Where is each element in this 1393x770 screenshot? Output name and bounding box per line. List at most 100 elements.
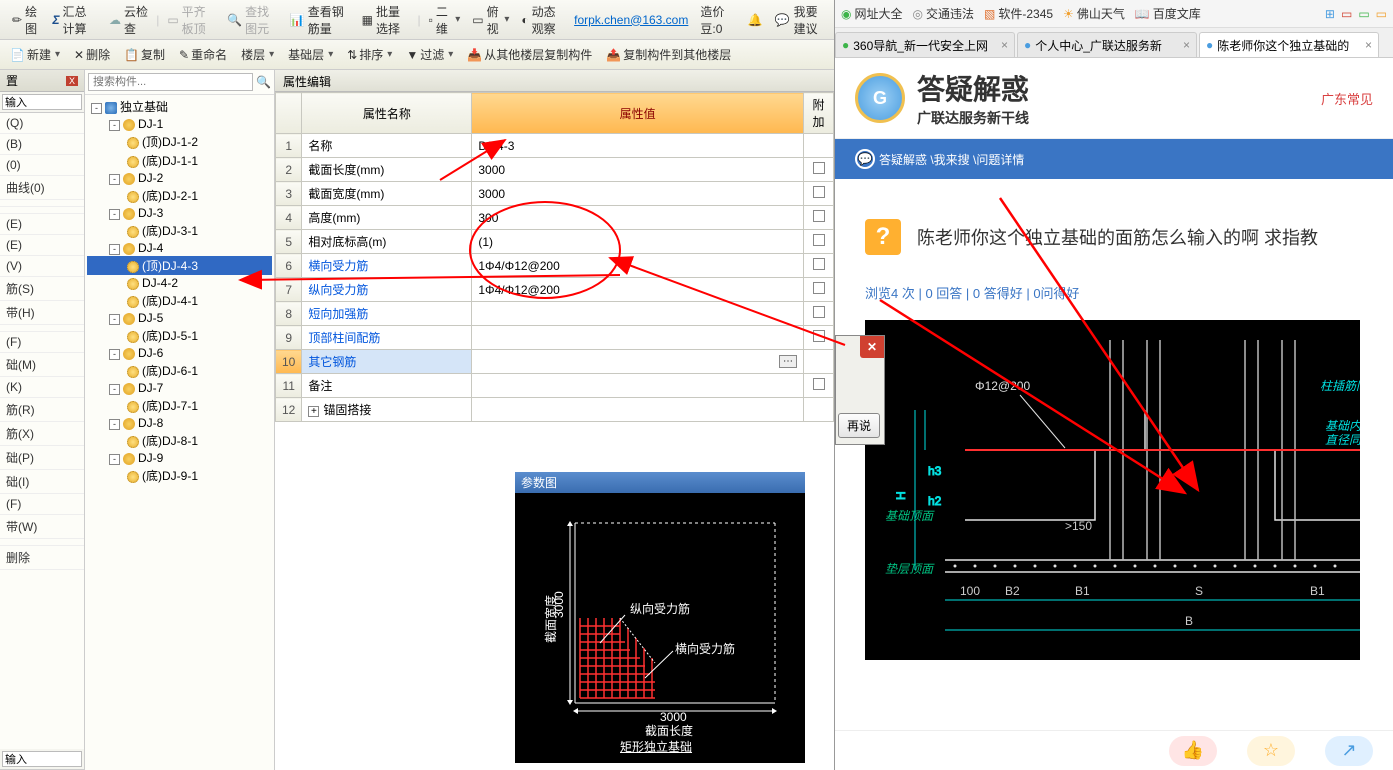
property-row[interactable]: 7纵向受力筋1Φ4/Φ12@200 [276, 278, 834, 302]
site-region[interactable]: 广东常见 [1321, 89, 1373, 108]
ext-icon-3[interactable]: ▭ [1358, 7, 1369, 21]
tab-close-icon[interactable]: × [1001, 38, 1008, 52]
sort-button[interactable]: ⇅排序 [343, 45, 396, 64]
browser-tab[interactable]: ●陈老师你这个独立基础的× [1199, 32, 1379, 57]
property-row[interactable]: 3截面宽度(mm)3000 [276, 182, 834, 206]
category-item[interactable]: (E) [0, 235, 84, 256]
property-row[interactable]: 5相对底标高(m)(1) [276, 230, 834, 254]
filter-button[interactable]: ▼过滤 [402, 45, 457, 64]
category-input-1[interactable] [2, 94, 82, 110]
ellipsis-button[interactable]: ⋯ [779, 355, 797, 368]
category-item[interactable]: (E) [0, 214, 84, 235]
browser-tab[interactable]: ●360导航_新一代安全上网× [835, 32, 1015, 57]
tree-group[interactable]: -DJ-9 [87, 450, 272, 466]
copy-button[interactable]: 📋复制 [120, 45, 169, 64]
flat-top-button[interactable]: ▭平齐板顶 [163, 1, 219, 39]
category-item[interactable] [0, 200, 84, 207]
tree-item[interactable]: (底)DJ-8-1 [87, 431, 272, 450]
checkbox[interactable] [813, 306, 825, 318]
category-item[interactable]: (B) [0, 134, 84, 155]
category-item[interactable]: (F) [0, 494, 84, 515]
tree-item[interactable]: (底)DJ-7-1 [87, 396, 272, 415]
property-row[interactable]: 8短向加强筋 [276, 302, 834, 326]
overlook-dropdown[interactable]: ▭俯视 [468, 1, 513, 39]
prop-value[interactable]: 3000 [472, 158, 804, 182]
sum-calc-button[interactable]: Σ汇总计算 [48, 1, 101, 39]
property-row[interactable]: 6横向受力筋1Φ4/Φ12@200 [276, 254, 834, 278]
checkbox[interactable] [813, 162, 825, 174]
tree-search-input[interactable] [88, 73, 253, 91]
prop-add[interactable] [804, 398, 834, 422]
prop-add[interactable] [804, 230, 834, 254]
prop-value[interactable]: 1Φ4/Φ12@200 [472, 254, 804, 278]
property-row[interactable]: 2截面长度(mm)3000 [276, 158, 834, 182]
checkbox[interactable] [813, 234, 825, 246]
category-item[interactable]: (Q) [0, 113, 84, 134]
cloud-check-button[interactable]: ☁云检查 [105, 1, 152, 39]
ext-icon-1[interactable]: ⊞ [1325, 7, 1335, 21]
category-item[interactable]: 础(P) [0, 446, 84, 470]
category-item[interactable]: 曲线(0) [0, 176, 84, 200]
prop-value[interactable] [472, 374, 804, 398]
copy-to-other-button[interactable]: 📤复制构件到其他楼层 [602, 45, 735, 64]
tree-item[interactable]: (底)DJ-2-1 [87, 186, 272, 205]
prop-value[interactable]: 3000 [472, 182, 804, 206]
checkbox[interactable] [813, 258, 825, 270]
category-input-2[interactable] [2, 751, 82, 767]
like-button[interactable]: 👍 [1169, 736, 1217, 766]
view-2d-dropdown[interactable]: ▫二维 [425, 1, 465, 39]
new-button[interactable]: 📄新建 [6, 45, 64, 64]
breadcrumb-text[interactable]: 答疑解惑 \我来搜 \问题详情 [879, 151, 1024, 168]
category-item[interactable] [0, 539, 84, 546]
prop-add[interactable] [804, 278, 834, 302]
find-element-button[interactable]: 🔍查找图元 [223, 1, 282, 39]
prop-add[interactable] [804, 158, 834, 182]
tree-item[interactable]: (底)DJ-1-1 [87, 151, 272, 170]
tree-group[interactable]: -DJ-7 [87, 380, 272, 396]
tree-item[interactable]: DJ-4-2 [87, 275, 272, 291]
category-item[interactable]: 删除 [0, 546, 84, 570]
prop-add[interactable] [804, 326, 834, 350]
delete-button[interactable]: ✕删除 [70, 45, 114, 64]
checkbox[interactable] [813, 186, 825, 198]
category-item[interactable]: (F) [0, 332, 84, 353]
tree-group[interactable]: -DJ-3 [87, 205, 272, 221]
category-item[interactable]: 筋(R) [0, 398, 84, 422]
tree-item[interactable]: (底)DJ-9-1 [87, 466, 272, 485]
category-item[interactable]: 础(M) [0, 353, 84, 377]
category-item[interactable]: (0) [0, 155, 84, 176]
draw-button[interactable]: ✏绘图 [8, 1, 44, 39]
category-item[interactable]: (K) [0, 377, 84, 398]
prop-value[interactable]: (1) [472, 230, 804, 254]
checkbox[interactable] [813, 378, 825, 390]
bell-icon[interactable]: 🔔 [748, 13, 763, 27]
tree-item[interactable]: (底)DJ-6-1 [87, 361, 272, 380]
tree-item[interactable]: (顶)DJ-4-3 [87, 256, 272, 275]
ext-icon-2[interactable]: ▭ [1341, 7, 1352, 21]
checkbox[interactable] [813, 282, 825, 294]
property-row[interactable]: 11备注 [276, 374, 834, 398]
dialog-later-button[interactable]: 再说 [838, 413, 880, 438]
category-item[interactable]: 带(W) [0, 515, 84, 539]
suggestion-link[interactable]: 💬我要建议 [775, 3, 826, 37]
batch-select-button[interactable]: ▦批量选择 [358, 1, 414, 39]
tree-item[interactable]: (底)DJ-5-1 [87, 326, 272, 345]
prop-add[interactable] [804, 134, 834, 158]
favorite-button[interactable]: ☆ [1247, 736, 1295, 766]
tree-item[interactable]: (顶)DJ-1-2 [87, 132, 272, 151]
property-row[interactable]: 4高度(mm)300 [276, 206, 834, 230]
close-icon[interactable]: X [66, 76, 78, 86]
prop-value[interactable]: DJ-4-3 [472, 134, 804, 158]
search-icon[interactable]: 🔍 [256, 75, 271, 89]
tab-close-icon[interactable]: × [1183, 38, 1190, 52]
tree-item[interactable]: (底)DJ-4-1 [87, 291, 272, 310]
tree-group[interactable]: -DJ-8 [87, 415, 272, 431]
bookmark-soft2345[interactable]: ▧软件-2345 [984, 5, 1053, 22]
checkbox[interactable] [813, 210, 825, 222]
floor-dropdown[interactable]: 楼层 [237, 45, 278, 64]
prop-add[interactable] [804, 302, 834, 326]
property-row[interactable]: 12+锚固搭接 [276, 398, 834, 422]
dynamic-view-button[interactable]: ◐动态观察 [517, 1, 570, 39]
bookmark-url-all[interactable]: ◉网址大全 [841, 5, 903, 22]
email-link[interactable]: forpk.chen@163.com [574, 13, 688, 27]
